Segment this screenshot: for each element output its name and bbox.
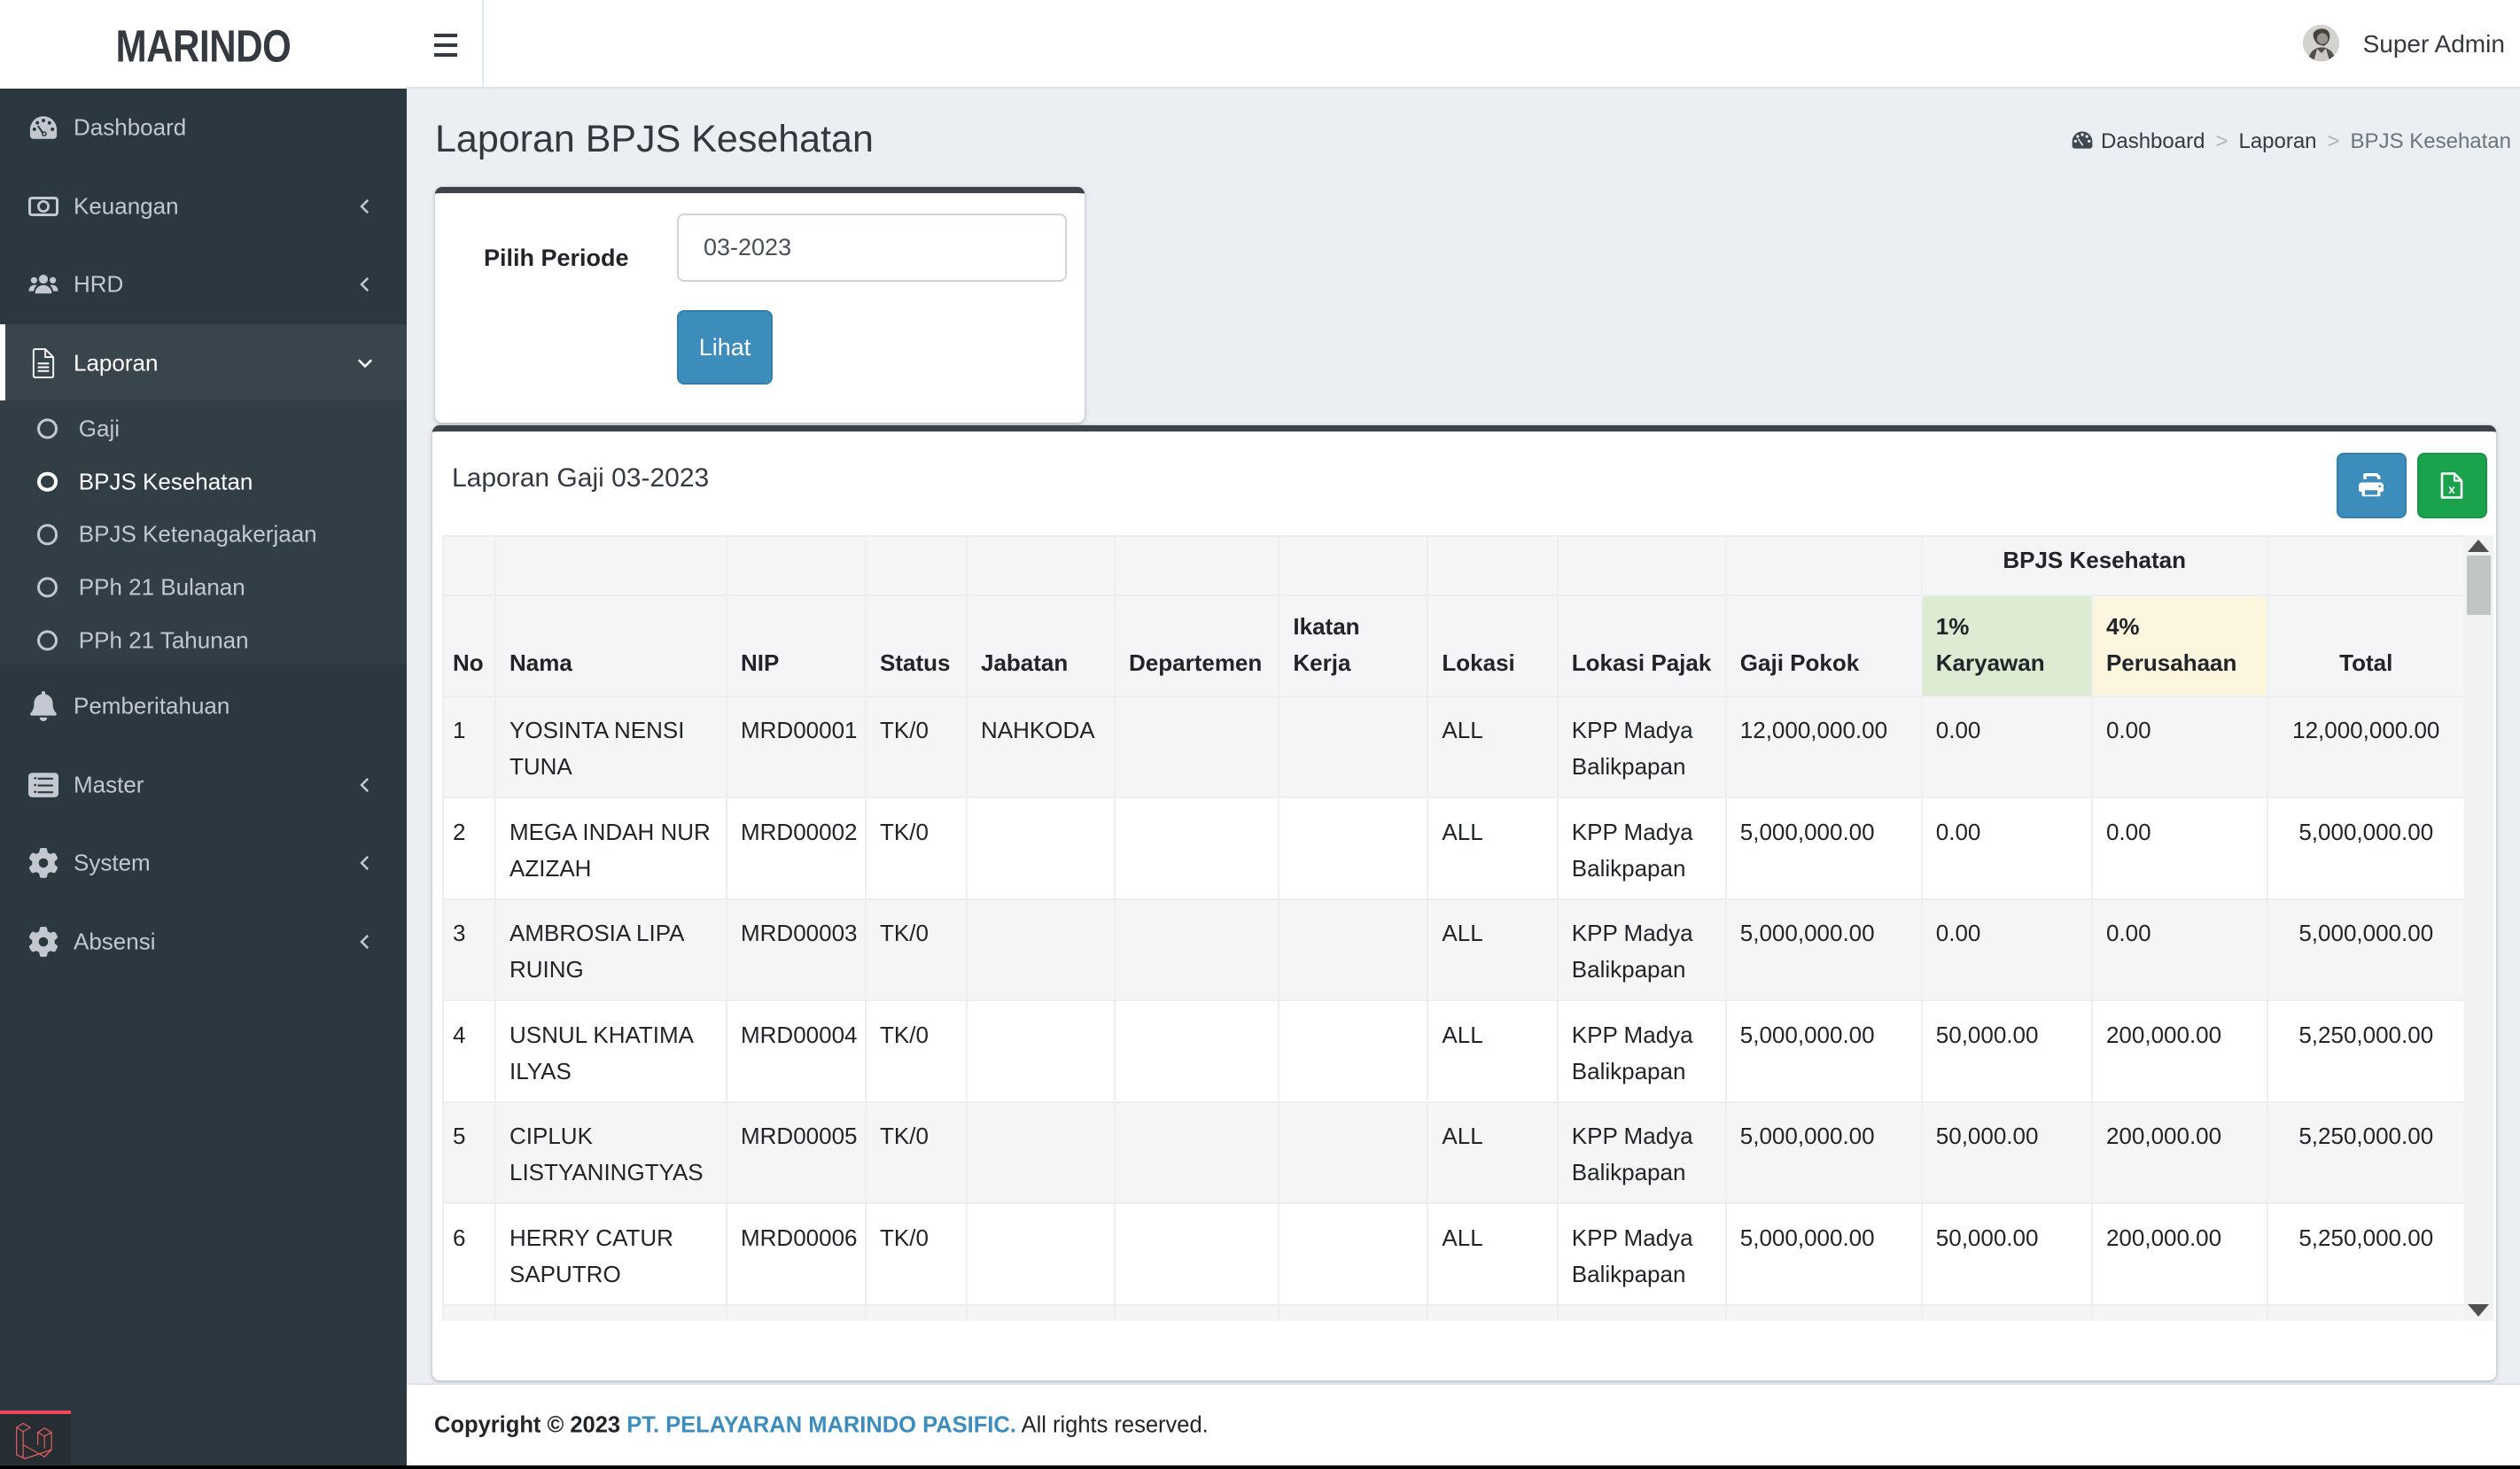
svg-text:x: x <box>2448 482 2455 496</box>
